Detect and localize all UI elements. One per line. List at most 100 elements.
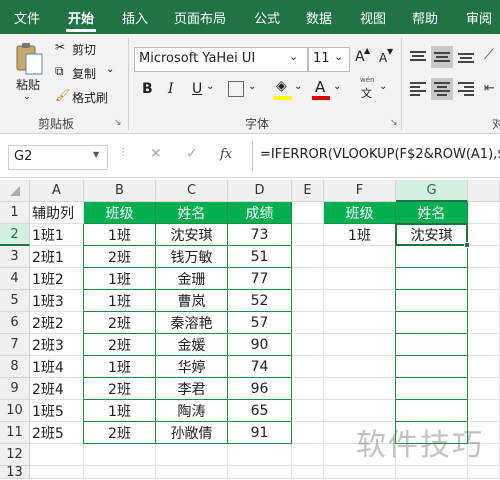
- data-cell-helper[interactable]: 2班4: [30, 378, 84, 400]
- cut-icon[interactable]: ✂: [55, 40, 65, 54]
- phonetic-icon[interactable]: 文: [361, 85, 372, 101]
- name-box[interactable]: G2 ▼: [8, 145, 108, 170]
- data-cell-class[interactable]: 1班: [84, 290, 156, 312]
- tab-page-layout[interactable]: 页面布局: [174, 8, 226, 27]
- paste-dropdown-icon[interactable]: ⌄: [23, 92, 31, 102]
- grid-cell[interactable]: [468, 224, 500, 246]
- underline-dropdown-icon[interactable]: ⌄: [206, 81, 214, 92]
- confirm-entry-icon[interactable]: ✓: [186, 146, 198, 162]
- data-cell-score[interactable]: 73: [228, 224, 292, 246]
- grid-cell[interactable]: [324, 378, 396, 400]
- data-cell-name[interactable]: 钱万敏: [156, 246, 228, 268]
- data-cell-name[interactable]: 沈安琪: [156, 224, 228, 246]
- data-cell-score[interactable]: 90: [228, 334, 292, 356]
- lookup-header-name[interactable]: 姓名: [396, 202, 468, 224]
- row-header[interactable]: 9: [0, 378, 30, 400]
- data-cell-helper[interactable]: 1班5: [30, 400, 84, 422]
- align-middle-icon[interactable]: [431, 46, 453, 68]
- border-icon[interactable]: [228, 81, 244, 97]
- data-cell-class[interactable]: 2班: [84, 378, 156, 400]
- grid-cell[interactable]: [228, 466, 292, 479]
- shrink-font-icon[interactable]: A: [379, 51, 387, 65]
- header-cell-name[interactable]: 姓名: [156, 202, 228, 224]
- grid-cell[interactable]: [228, 444, 292, 466]
- data-cell-name[interactable]: 秦溶艳: [156, 312, 228, 334]
- grid-cell[interactable]: [468, 378, 500, 400]
- font-name-dropdown-icon[interactable]: ⌄: [289, 50, 298, 63]
- data-cell-helper[interactable]: 1班1: [30, 224, 84, 246]
- tab-formulas[interactable]: 公式: [254, 8, 280, 27]
- header-cell-score[interactable]: 成绩: [228, 202, 292, 224]
- column-header[interactable]: E: [292, 180, 324, 202]
- cut-button[interactable]: 剪切: [72, 41, 96, 58]
- grid-cell[interactable]: [292, 312, 324, 334]
- row-header[interactable]: 3: [0, 246, 30, 268]
- grid-cell[interactable]: [468, 268, 500, 290]
- grid-cell[interactable]: [292, 400, 324, 422]
- grid-cell[interactable]: [292, 466, 324, 479]
- format-painter-icon[interactable]: 🖌: [55, 88, 70, 102]
- font-name-box[interactable]: Microsoft YaHei UI ⌄: [134, 47, 308, 72]
- lookup-result-cell[interactable]: [396, 356, 468, 378]
- grid-cell[interactable]: [324, 466, 396, 479]
- fill-color-icon[interactable]: ◈: [276, 78, 287, 94]
- header-cell-helper[interactable]: 辅助列: [30, 202, 84, 224]
- formula-input[interactable]: =IFERROR(VLOOKUP(F$2&ROW(A1),$A: [260, 147, 500, 162]
- grid-cell[interactable]: [468, 312, 500, 334]
- grid-cell[interactable]: [324, 246, 396, 268]
- grid-cell[interactable]: [156, 466, 228, 479]
- align-top-icon[interactable]: [407, 46, 429, 68]
- grid-cell[interactable]: [292, 422, 324, 444]
- row-header[interactable]: 11: [0, 422, 30, 444]
- data-cell-helper[interactable]: 2班5: [30, 422, 84, 444]
- data-cell-helper[interactable]: 1班3: [30, 290, 84, 312]
- data-cell-class[interactable]: 2班: [84, 312, 156, 334]
- underline-button[interactable]: U: [192, 81, 202, 97]
- grid-cell[interactable]: [468, 356, 500, 378]
- grid-cell[interactable]: [30, 444, 84, 466]
- data-cell-score[interactable]: 77: [228, 268, 292, 290]
- column-header[interactable]: F: [324, 180, 396, 202]
- row-header[interactable]: 13: [0, 465, 30, 480]
- data-cell-score[interactable]: 96: [228, 378, 292, 400]
- column-header[interactable]: C: [156, 180, 228, 202]
- grid-cell[interactable]: [292, 224, 324, 246]
- row-header[interactable]: 8: [0, 356, 30, 378]
- indent-icon[interactable]: ⇤: [484, 81, 495, 96]
- data-cell-score[interactable]: 57: [228, 312, 292, 334]
- grid-cell[interactable]: [292, 246, 324, 268]
- column-header[interactable]: A: [30, 180, 84, 202]
- copy-icon[interactable]: ⧉: [55, 64, 64, 79]
- grid-cell[interactable]: [292, 202, 324, 224]
- grid-cell[interactable]: [468, 334, 500, 356]
- data-cell-class[interactable]: 2班: [84, 422, 156, 444]
- clipboard-launcher-icon[interactable]: ↘: [114, 118, 122, 128]
- data-cell-name[interactable]: 华婷: [156, 356, 228, 378]
- row-header[interactable]: 12: [0, 444, 30, 466]
- column-header[interactable]: B: [84, 180, 156, 202]
- lookup-header-class[interactable]: 班级: [324, 202, 396, 224]
- row-header[interactable]: 6: [0, 312, 30, 334]
- grid-cell[interactable]: [324, 356, 396, 378]
- data-cell-helper[interactable]: 2班2: [30, 312, 84, 334]
- border-dropdown-icon[interactable]: ⌄: [248, 81, 256, 92]
- format-painter-button[interactable]: 格式刷: [72, 89, 108, 106]
- column-header[interactable]: G: [396, 180, 468, 202]
- data-cell-class[interactable]: 1班: [84, 224, 156, 246]
- tab-insert[interactable]: 插入: [122, 8, 148, 27]
- column-header-empty[interactable]: [468, 180, 500, 202]
- tab-home[interactable]: 开始: [68, 8, 94, 27]
- align-right-icon[interactable]: [455, 78, 477, 100]
- fill-handle[interactable]: [464, 242, 470, 248]
- data-cell-class[interactable]: 1班: [84, 356, 156, 378]
- name-box-dropdown-icon[interactable]: ▼: [93, 150, 99, 159]
- paste-button[interactable]: 粘贴: [16, 76, 40, 93]
- grid-cell[interactable]: [324, 334, 396, 356]
- copy-dropdown-icon[interactable]: ⌄: [106, 64, 114, 75]
- grid-cell[interactable]: [84, 444, 156, 466]
- tab-view[interactable]: 视图: [360, 8, 386, 27]
- lookup-input-class[interactable]: 1班: [324, 224, 396, 246]
- font-color-icon[interactable]: A: [315, 78, 325, 96]
- lookup-result-cell[interactable]: [396, 246, 468, 268]
- align-center-icon[interactable]: [431, 78, 453, 100]
